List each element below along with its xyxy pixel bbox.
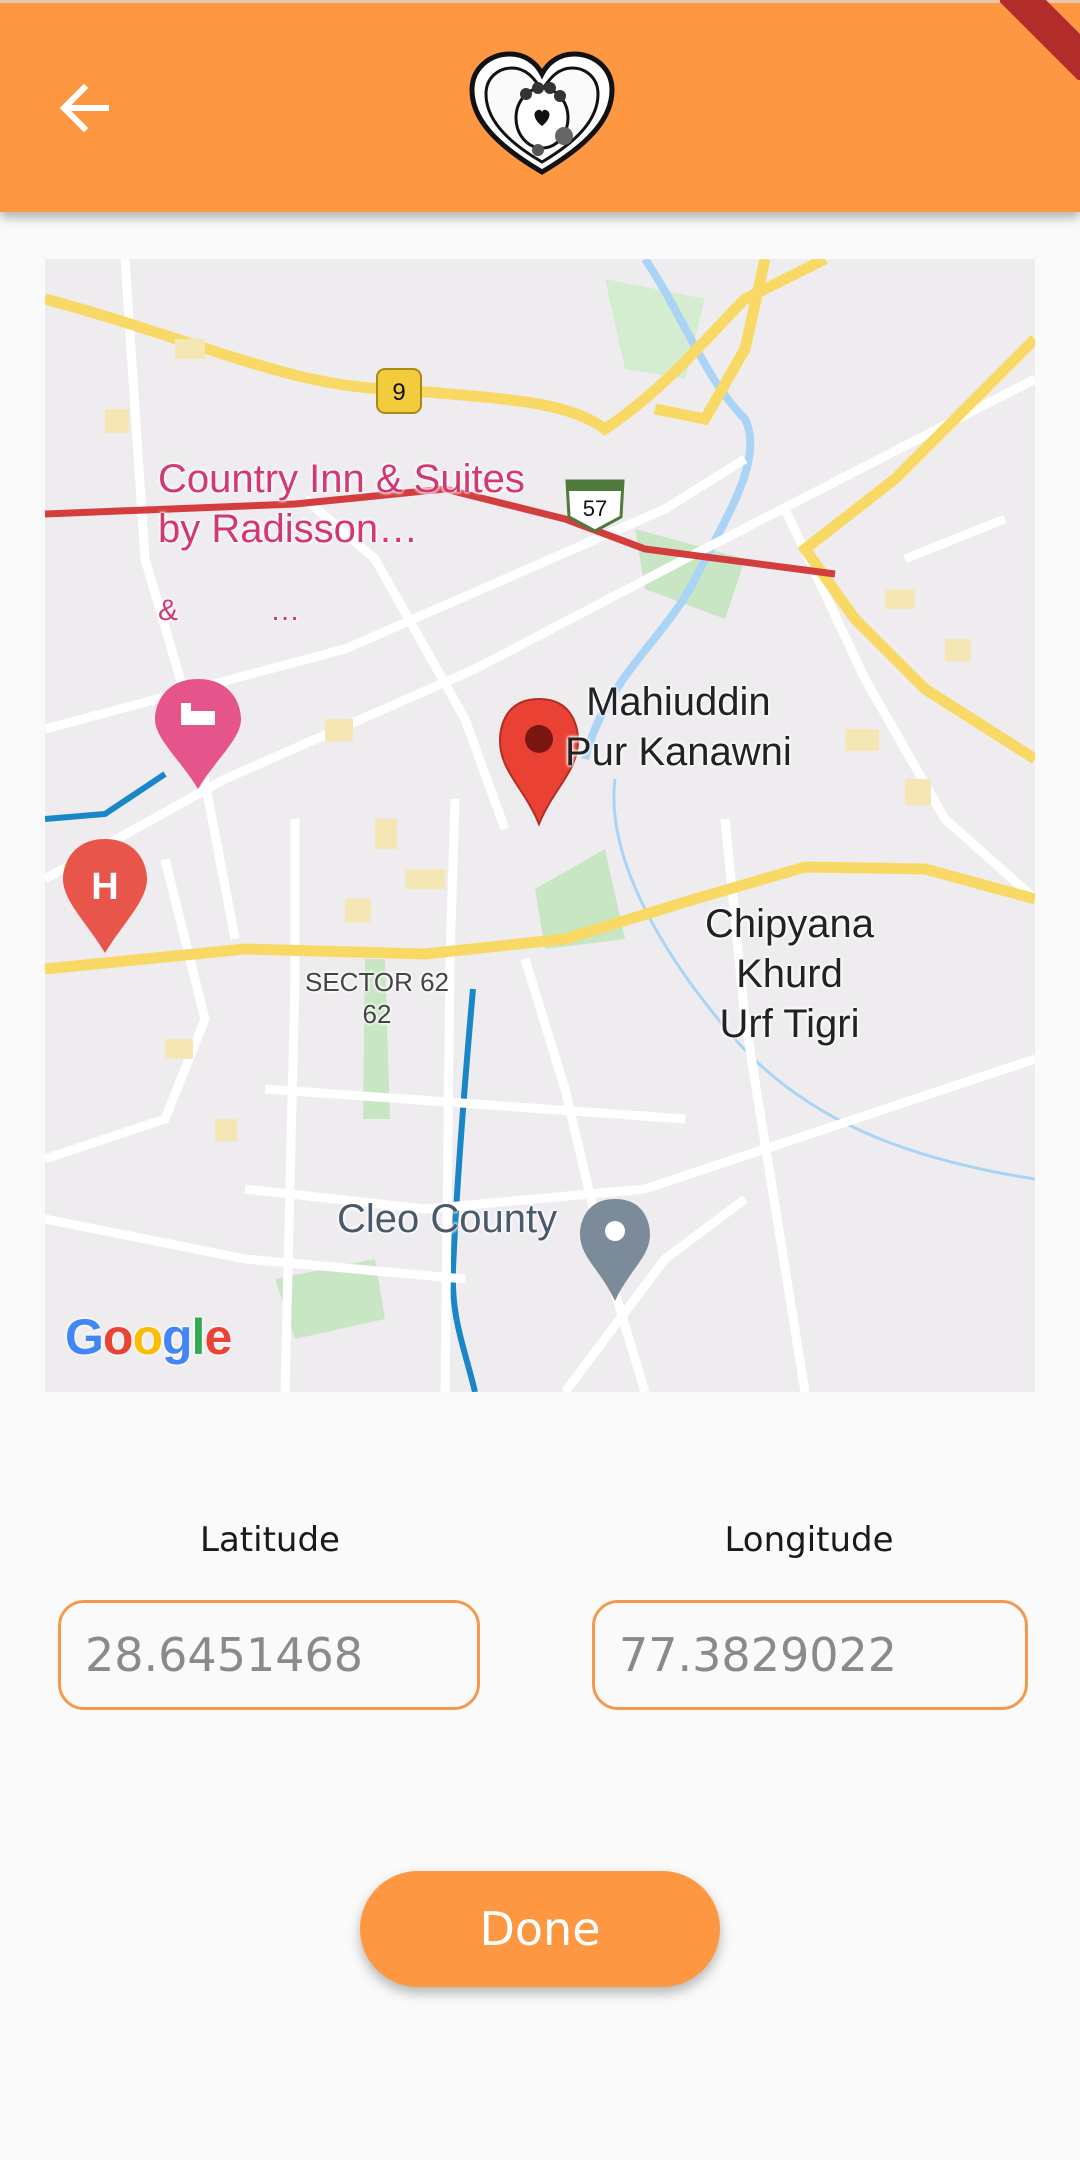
- map-label-mahiuddin: Mahiuddin Pur Kanawni: [565, 680, 792, 774]
- done-button[interactable]: Done: [360, 1871, 720, 1987]
- latitude-label: Latitude: [200, 1520, 340, 1560]
- app-bar: [0, 0, 1080, 212]
- map-label-hotel-sub-a: &: [158, 594, 179, 627]
- status-line: [0, 0, 1080, 3]
- map-label-poi: Cleo County: [337, 1197, 558, 1241]
- route-shield-57: 57: [583, 496, 607, 521]
- map-label-sector: SECTOR 62 62: [305, 967, 450, 1029]
- heart-paw-logo-icon: [469, 51, 615, 175]
- map-view[interactable]: 9 57 H Country Inn & Suites by Radisson……: [45, 259, 1035, 1392]
- svg-text:H: H: [91, 866, 118, 908]
- back-button[interactable]: [48, 72, 120, 144]
- map-label-chipyana: Chipyana Khurd Urf Tigri: [705, 902, 875, 1046]
- arrow-left-icon: [59, 83, 109, 133]
- longitude-label: Longitude: [724, 1520, 894, 1560]
- debug-banner: [1000, 0, 1080, 80]
- route-shield-9: 9: [392, 379, 405, 406]
- longitude-input[interactable]: [592, 1600, 1028, 1710]
- map-label-hotel: Country Inn & Suites by Radisson…: [158, 457, 525, 551]
- map-label-hotel-sub-b: …: [270, 594, 300, 627]
- google-attribution: Google: [65, 1309, 232, 1365]
- latitude-input[interactable]: [58, 1600, 480, 1710]
